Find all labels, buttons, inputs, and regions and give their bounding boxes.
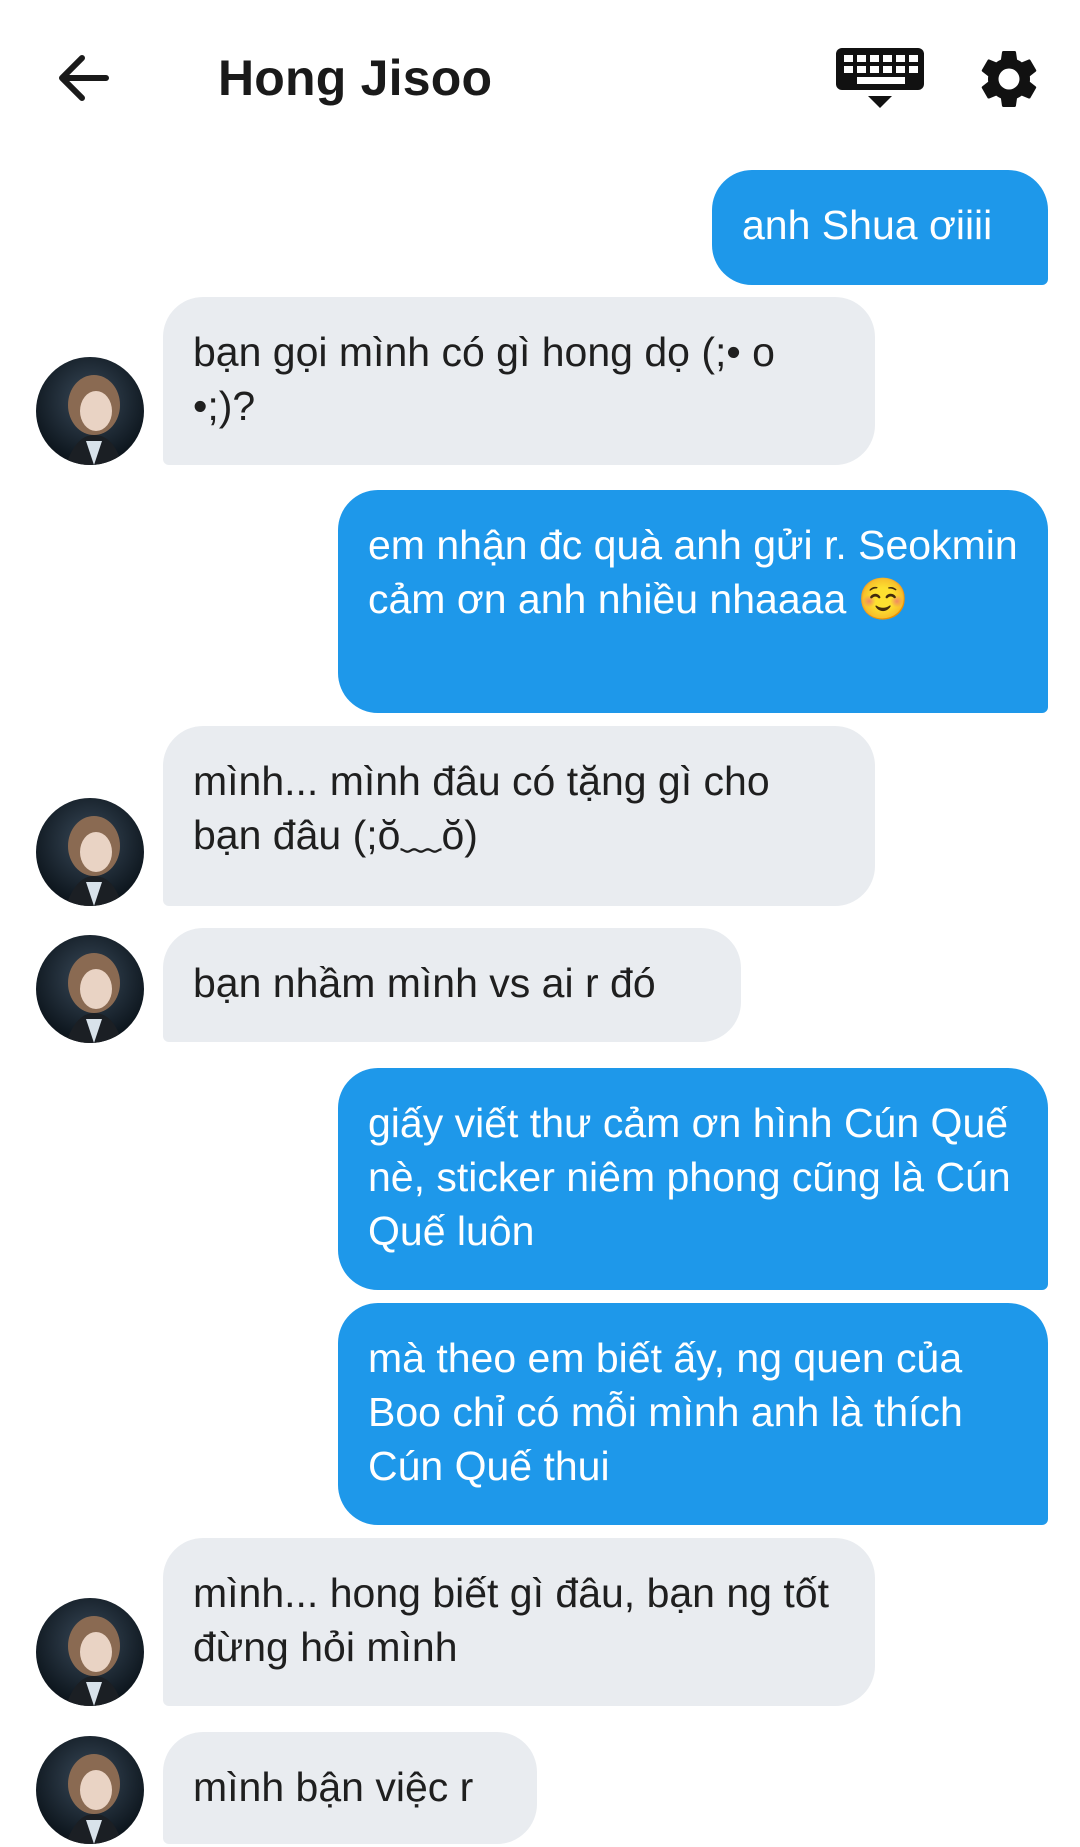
message-bubble-outgoing[interactable]: em nhận đc quà anh gửi r. Seokmin cảm ơn…: [338, 490, 1048, 713]
message-bubble-incoming[interactable]: mình bận việc r: [163, 1732, 537, 1844]
message-thread[interactable]: anh Shua ơiiii bạn gọi mình có gì hong d…: [0, 0, 1080, 1847]
contact-avatar[interactable]: [36, 798, 144, 906]
message-bubble-outgoing[interactable]: mà theo em biết ấy, ng quen của Boo chỉ …: [338, 1303, 1048, 1525]
message-bubble-outgoing[interactable]: giấy viết thư cảm ơn hình Cún Quế nè, st…: [338, 1068, 1048, 1290]
contact-avatar[interactable]: [36, 935, 144, 1043]
message-bubble-outgoing[interactable]: anh Shua ơiiii: [712, 170, 1048, 285]
contact-avatar[interactable]: [36, 1598, 144, 1706]
message-bubble-incoming[interactable]: bạn nhầm mình vs ai r đó: [163, 928, 741, 1042]
contact-avatar[interactable]: [36, 1736, 144, 1844]
message-bubble-incoming[interactable]: bạn gọi mình có gì hong dọ (;• o •;)?: [163, 297, 875, 465]
message-bubble-incoming[interactable]: mình... hong biết gì đâu, bạn ng tốt đừn…: [163, 1538, 875, 1706]
message-bubble-incoming[interactable]: mình... mình đâu có tặng gì cho bạn đâu …: [163, 726, 875, 906]
contact-avatar[interactable]: [36, 357, 144, 465]
